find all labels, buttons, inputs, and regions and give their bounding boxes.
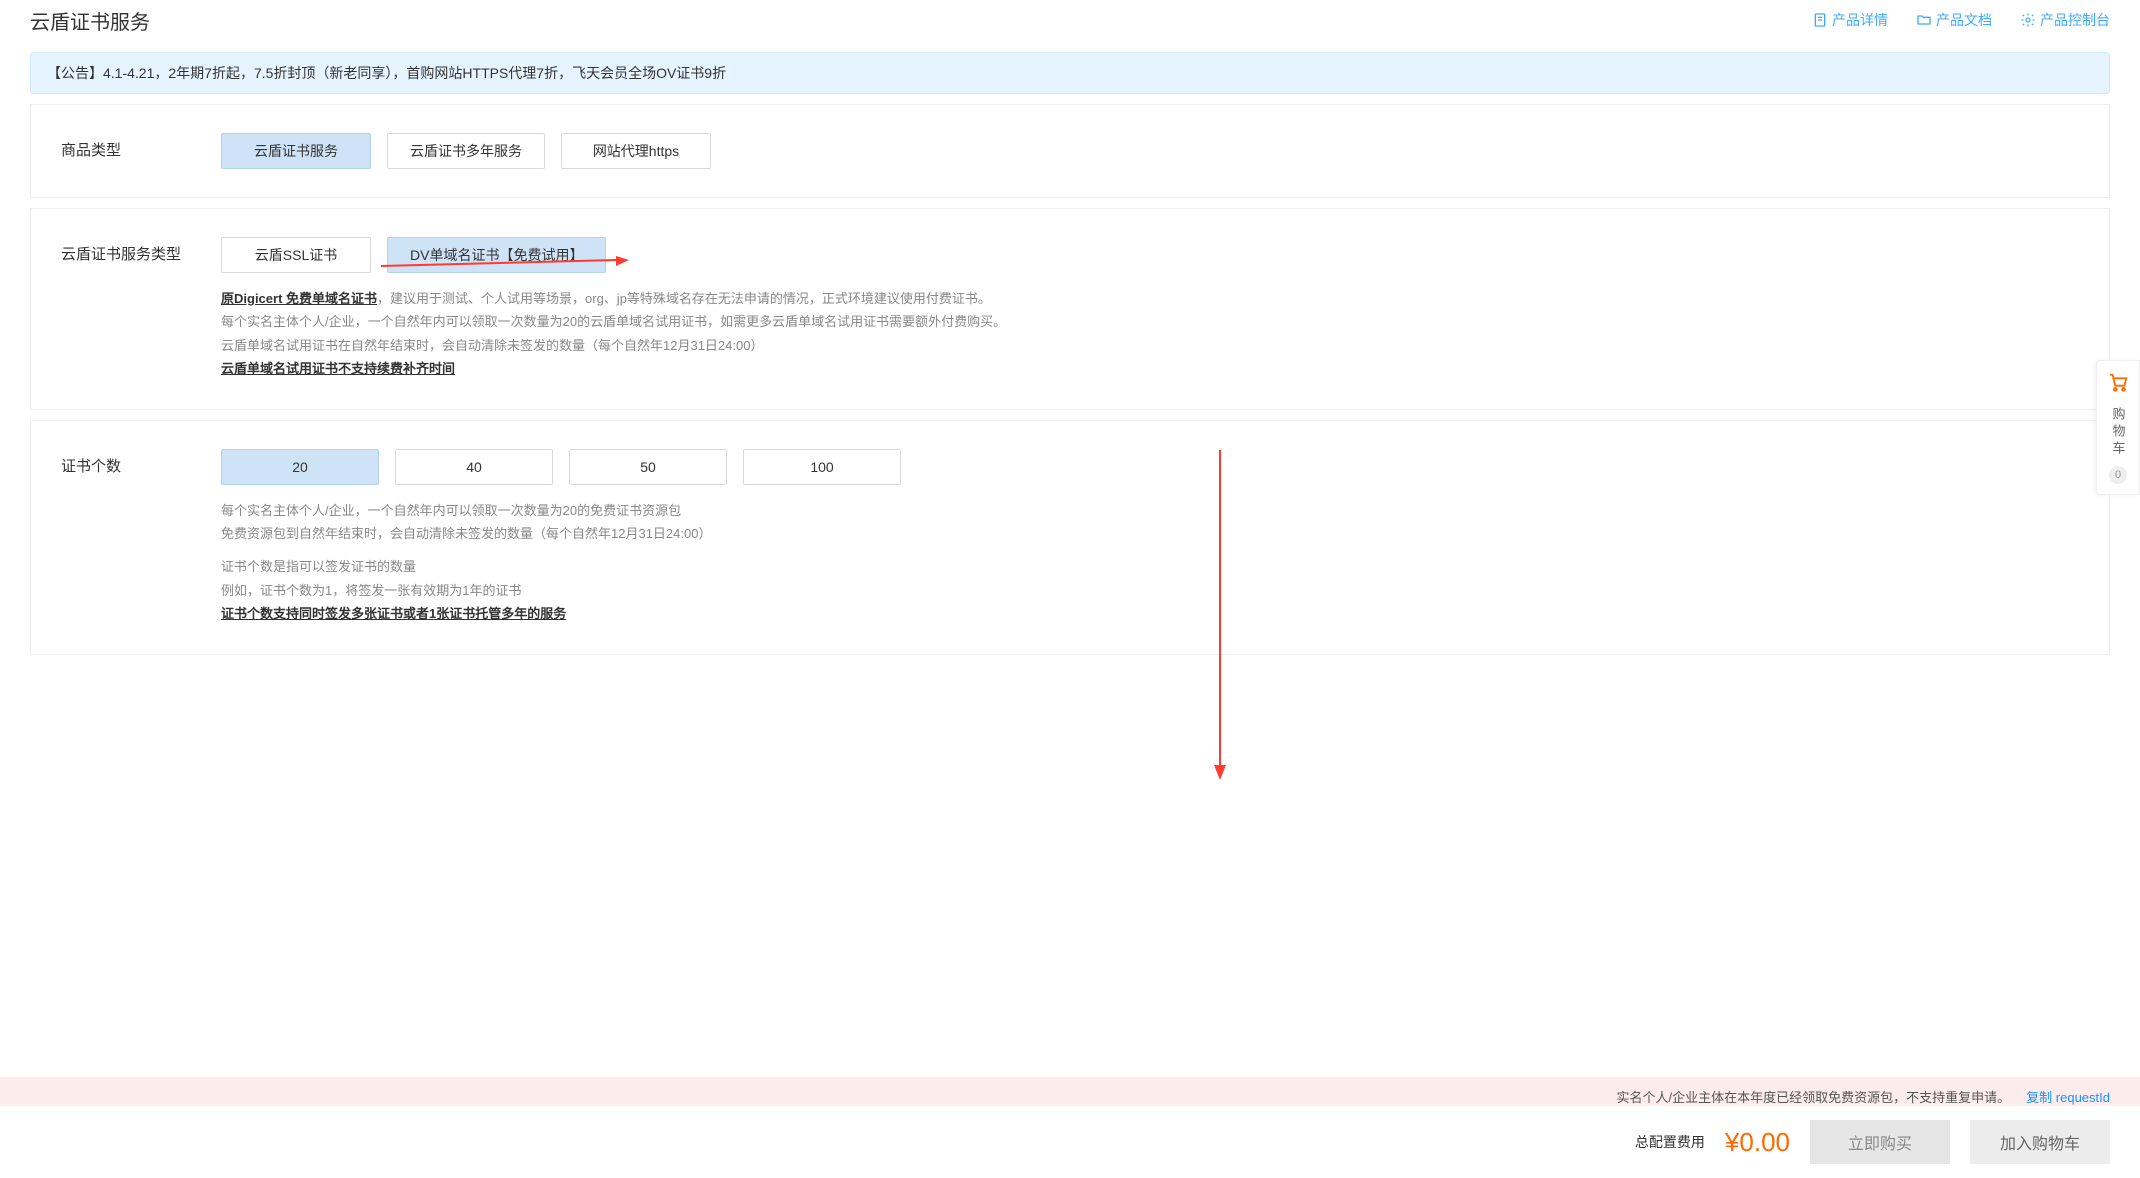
- section-service-type: 云盾证书服务类型 云盾SSL证书 DV单域名证书【免费试用】 原Digicert…: [30, 208, 2110, 410]
- error-message: 实名个人/企业主体在本年度已经领取免费资源包，不支持重复申请。: [1617, 1087, 2011, 1106]
- page-title: 云盾证书服务: [30, 6, 150, 35]
- option-count-50[interactable]: 50: [569, 449, 727, 485]
- total-label: 总配置费用: [1635, 1132, 1705, 1152]
- page-header: 云盾证书服务 产品详情 产品文档 产品控制台: [0, 0, 2140, 40]
- copy-request-id[interactable]: 复制 requestId: [2026, 1087, 2110, 1106]
- link-product-console[interactable]: 产品控制台: [2020, 10, 2110, 30]
- cart-icon: [2107, 371, 2129, 399]
- option-cert-service[interactable]: 云盾证书服务: [221, 133, 371, 169]
- option-count-40[interactable]: 40: [395, 449, 553, 485]
- desc-count-multi: 证书个数支持同时签发多张证书或者1张证书托管多年的服务: [221, 606, 566, 621]
- label-service-type: 云盾证书服务类型: [61, 237, 221, 264]
- cart-widget[interactable]: 购物车 0: [2096, 360, 2140, 495]
- desc-no-renewal: 云盾单域名试用证书不支持续费补齐时间: [221, 361, 455, 376]
- folder-icon: [1916, 12, 1932, 28]
- gear-icon: [2020, 12, 2036, 28]
- doc-icon: [1812, 12, 1828, 28]
- cart-badge: 0: [2109, 466, 2127, 484]
- cart-label: 购物车: [2109, 407, 2128, 458]
- header-links: 产品详情 产品文档 产品控制台: [1812, 10, 2110, 30]
- notice-bar: 【公告】4.1-4.21，2年期7折起，7.5折封顶（新老同享），首购网站HTT…: [30, 52, 2110, 94]
- option-ssl-cert[interactable]: 云盾SSL证书: [221, 237, 371, 273]
- desc-original-digicert: 原Digicert 免费单域名证书: [221, 291, 377, 306]
- option-website-https[interactable]: 网站代理https: [561, 133, 711, 169]
- label-cert-count: 证书个数: [61, 449, 221, 476]
- link-product-detail[interactable]: 产品详情: [1812, 10, 1888, 30]
- link-product-docs[interactable]: 产品文档: [1916, 10, 1992, 30]
- option-cert-multi-year[interactable]: 云盾证书多年服务: [387, 133, 545, 169]
- service-type-desc: 原Digicert 免费单域名证书，建议用于测试、个人试用等场景，org、jp等…: [221, 287, 2079, 381]
- total-price: ¥0.00: [1725, 1127, 1790, 1158]
- label-product-type: 商品类型: [61, 133, 221, 160]
- option-count-100[interactable]: 100: [743, 449, 901, 485]
- notice-text: 【公告】4.1-4.21，2年期7折起，7.5折封顶（新老同享），首购网站HTT…: [47, 65, 726, 81]
- buy-now-button[interactable]: 立即购买: [1810, 1120, 1950, 1164]
- option-count-20[interactable]: 20: [221, 449, 379, 485]
- cert-count-desc: 每个实名主体个人/企业，一个自然年内可以领取一次数量为20的免费证书资源包 免费…: [221, 499, 2079, 626]
- section-product-type: 商品类型 云盾证书服务 云盾证书多年服务 网站代理https: [30, 104, 2110, 198]
- section-cert-count: 证书个数 20 40 50 100 每个实名主体个人/企业，一个自然年内可以领取…: [30, 420, 2110, 655]
- add-to-cart-button[interactable]: 加入购物车: [1970, 1120, 2110, 1164]
- footer-bar: 总配置费用 ¥0.00 立即购买 加入购物车: [0, 1105, 2140, 1178]
- annotation-arrow-1: [381, 256, 631, 276]
